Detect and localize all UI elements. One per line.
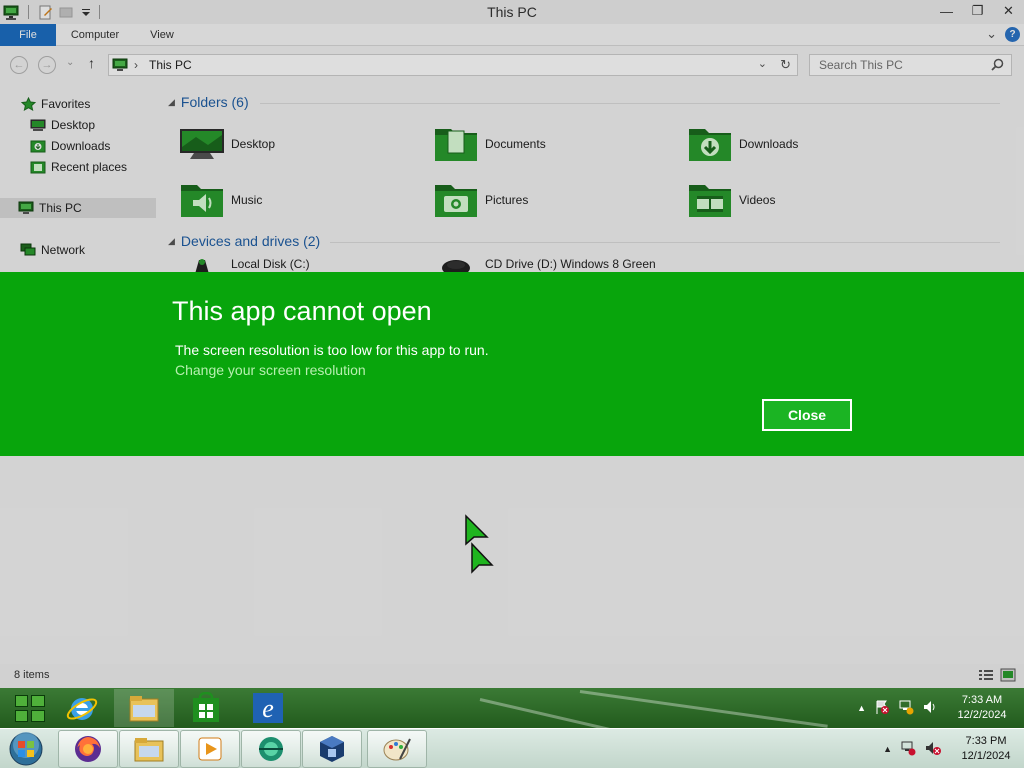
dialog-title: This app cannot open [172, 296, 432, 326]
tray-overflow-upper[interactable]: ▲ [857, 703, 866, 713]
app-cannot-open-dialog: This app cannot open The screen resoluti… [0, 272, 1024, 456]
taskbar-ie-metro-upper[interactable]: e [238, 689, 298, 727]
clock-lower[interactable]: 7:33 PM 12/1/2024 [956, 734, 1016, 764]
firefox-icon [75, 736, 101, 762]
mouse-cursor-icon [465, 514, 494, 574]
store-icon [193, 692, 219, 722]
start-button-lower[interactable] [6, 731, 46, 767]
taskbar-virtualbox[interactable] [302, 730, 362, 768]
internet-explorer-icon [66, 698, 98, 720]
volume-muted-icon[interactable] [924, 740, 942, 759]
windows-orb-icon [9, 732, 43, 766]
system-tray-upper: ▲ 7:33 AM 12/2/2024 [857, 688, 1012, 728]
file-explorer-icon [134, 738, 164, 762]
dialog-close-button[interactable]: Close [762, 399, 852, 431]
taskbar-ie-upper[interactable] [52, 689, 112, 727]
internet-explorer-metro-icon: e [253, 693, 283, 723]
tray-overflow-lower[interactable]: ▲ [883, 744, 892, 754]
taskbar-firefox[interactable] [58, 730, 118, 768]
clock-time: 7:33 AM [961, 694, 1003, 706]
paint-icon [383, 738, 411, 761]
svg-text:e: e [262, 694, 274, 723]
dialog-message: The screen resolution is too low for thi… [175, 342, 489, 358]
system-tray-lower: ▲ 7:33 PM 12/1/2024 [883, 729, 1016, 768]
green-globe-icon [259, 737, 283, 761]
network-disconnected-icon[interactable] [900, 740, 916, 759]
clock-date: 12/1/2024 [961, 750, 1011, 762]
taskbar-store-upper[interactable] [176, 689, 236, 727]
taskbar-explorer-upper[interactable] [114, 689, 174, 727]
taskbar-paint[interactable] [367, 730, 427, 768]
action-center-flag-icon[interactable] [874, 699, 890, 718]
clock-time: 7:33 PM [965, 735, 1007, 747]
network-status-icon[interactable] [898, 699, 914, 718]
taskbar-lower: ▲ 7:33 PM 12/1/2024 [0, 728, 1024, 768]
windows-logo-icon [15, 695, 45, 722]
taskbar-explorer-lower[interactable] [119, 730, 179, 768]
clock-upper[interactable]: 7:33 AM 12/2/2024 [952, 693, 1012, 723]
taskbar-upper: e ▲ 7:33 AM 12/2/2024 [0, 688, 1024, 728]
volume-icon[interactable] [922, 699, 938, 718]
media-player-icon [198, 737, 222, 761]
taskbar-media-player[interactable] [180, 730, 240, 768]
start-button-upper[interactable] [0, 689, 60, 727]
change-resolution-link[interactable]: Change your screen resolution [175, 362, 366, 378]
clock-date: 12/2/2024 [957, 709, 1007, 721]
file-explorer-icon [129, 696, 159, 722]
virtualbox-icon [320, 736, 344, 762]
taskbar-green-app[interactable] [241, 730, 301, 768]
